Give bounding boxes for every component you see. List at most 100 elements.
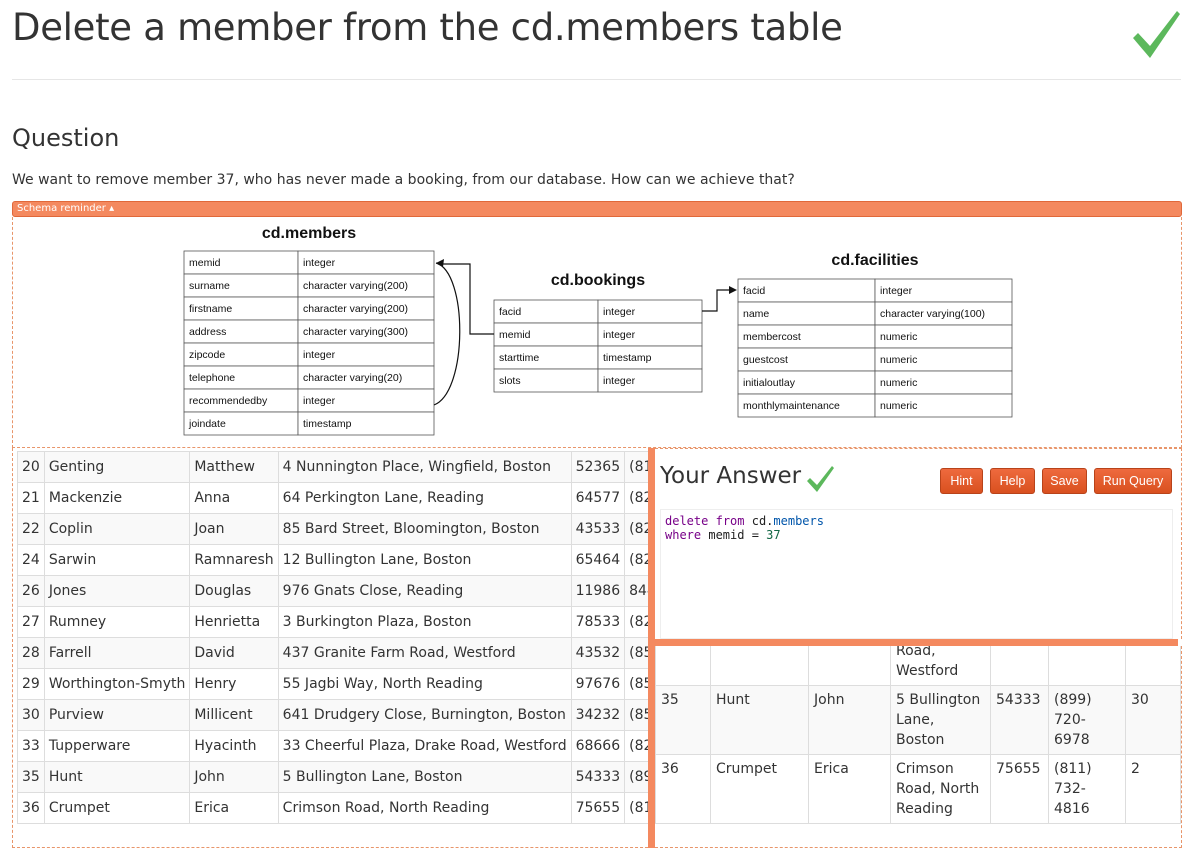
table-cell: 30 — [1125, 685, 1181, 755]
table-cell: 2 — [1125, 754, 1181, 824]
code-token: where — [665, 528, 702, 542]
self-reference-connector — [433, 262, 461, 406]
table-cell: (82 — [624, 606, 648, 638]
table-row: 27 Rumney Henrietta 3 Burkington Plaza, Bos… — [17, 606, 648, 638]
table-cell: Ramnaresh — [189, 544, 279, 576]
schema-column-name: guestcost — [743, 354, 788, 366]
schema-column-type: character varying(200) — [303, 303, 408, 315]
results-table: 20 Genting Matthew 4 Nunnington Place, Wing… — [17, 451, 648, 824]
table-cell: 27 — [17, 606, 45, 638]
schema-column-name: telephone — [189, 372, 235, 384]
table-cell: Purview — [43, 699, 191, 731]
table-cell: Douglas — [189, 575, 279, 607]
code-token: 37 — [766, 528, 781, 542]
schema-column-type: integer — [603, 375, 636, 387]
table-cell: Sarwin — [43, 544, 191, 576]
code-token: from — [715, 514, 745, 528]
table-cell: 43532 — [570, 637, 626, 669]
table-cell: 11986 — [570, 575, 626, 607]
schema-column-name: slots — [499, 375, 521, 387]
code-line: where memid = 37 — [665, 528, 1168, 542]
code-token: members — [773, 514, 824, 528]
table-row: 30 Purview Millicent 641 Drudgery Close, Bu… — [17, 699, 648, 731]
table-row: 35 Hunt John 5 Bullington Lane, Boston 54333… — [655, 685, 1181, 755]
table-cell: Worthington-Smyth — [43, 668, 191, 700]
table-cell: Henry — [189, 668, 279, 700]
schema-table-title: cd.bookings — [551, 272, 645, 289]
table-cell: Crumpet — [710, 754, 809, 824]
schema-column-name: monthlymaintenance — [743, 400, 840, 412]
schema-column-type: timestamp — [303, 418, 352, 430]
help-button[interactable]: Help — [990, 468, 1035, 494]
page-title: Delete a member from the cd.members tabl… — [12, 6, 843, 49]
schema-column-type: character varying(300) — [303, 326, 408, 338]
table-cell — [710, 646, 809, 686]
schema-column-name: joindate — [188, 418, 226, 430]
table-cell: Crimson Road, North Reading — [890, 754, 991, 824]
run-query-button[interactable]: Run Query — [1094, 468, 1172, 494]
table-cell: Erica — [189, 792, 279, 824]
schema-column-name: facid — [743, 285, 765, 297]
results-table: Road, Westford 35 Hunt John 5 Bullington Lan… — [655, 646, 1181, 824]
table-row: 20 Genting Matthew 4 Nunnington Place, Wing… — [17, 451, 648, 483]
table-cell: 21 — [17, 482, 45, 514]
table-cell: Hyacinth — [189, 730, 279, 762]
schema-column-type: numeric — [880, 354, 917, 366]
schema-diagram: cd.members memid integer surname character v… — [183, 225, 1013, 436]
schema-reminder-toggle[interactable]: Schema reminder ▴ — [12, 201, 1182, 217]
schema-column-type: integer — [303, 395, 336, 407]
table-cell: (811) 732-4816 — [1048, 754, 1126, 824]
schema-column-name: name — [743, 308, 769, 320]
sql-editor[interactable]: delete from cd.members where memid = 37 — [660, 509, 1173, 639]
table-cell: 976 Gnats Close, Reading — [277, 575, 572, 607]
table-cell: 4 Nunnington Place, Wingfield, Boston — [277, 451, 572, 483]
table-cell: Joan — [189, 513, 279, 545]
save-button[interactable]: Save — [1042, 468, 1087, 494]
table-cell: 3 Burkington Plaza, Boston — [277, 606, 572, 638]
table-cell: 64577 — [570, 482, 626, 514]
results-table-right[interactable]: Road, Westford 35 Hunt John 5 Bullington Lan… — [655, 646, 1182, 848]
table-cell: 64 Perkington Lane, Reading — [277, 482, 572, 514]
table-row: 24 Sarwin Ramnaresh 12 Bullington Lane, Bos… — [17, 544, 648, 576]
schema-column-type: integer — [303, 257, 336, 269]
schema-table-title: cd.members — [262, 225, 356, 242]
table-cell: Hunt — [710, 685, 809, 755]
table-cell: John — [808, 685, 891, 755]
table-row: 28 Farrell David 437 Granite Farm Road, Wes… — [17, 637, 648, 669]
table-cell: 36 — [655, 754, 711, 824]
table-cell: 65464 — [570, 544, 626, 576]
table-cell: Anna — [189, 482, 279, 514]
table-cell: (89 — [624, 761, 648, 793]
question-text: We want to remove member 37, who has nev… — [12, 172, 795, 188]
table-cell: Crumpet — [43, 792, 191, 824]
table-cell: Tupperware — [43, 730, 191, 762]
table-row: 35 Hunt John 5 Bullington Lane, Boston 54333… — [17, 761, 648, 793]
table-row: 29 Worthington-Smyth Henry 55 Jagbi Way, No… — [17, 668, 648, 700]
table-cell: Coplin — [43, 513, 191, 545]
schema-column-name: address — [189, 326, 226, 338]
table-cell: 33 Cheerful Plaza, Drake Road, Westford — [277, 730, 572, 762]
table-row: 26 Jones Douglas 976 Gnats Close, Reading 11… — [17, 575, 648, 607]
bookings-facilities-connector — [702, 289, 730, 312]
horizontal-splitter[interactable] — [655, 639, 1178, 646]
hint-button[interactable]: Hint — [940, 468, 983, 494]
table-cell: 22 — [17, 513, 45, 545]
vertical-splitter[interactable] — [648, 448, 655, 848]
table-cell: 24 — [17, 544, 45, 576]
table-cell: 12 Bullington Lane, Boston — [277, 544, 572, 576]
table-cell: (81 — [624, 451, 648, 483]
table-cell: (85 — [624, 699, 648, 731]
table-cell: 68666 — [570, 730, 626, 762]
results-table-left[interactable]: 20 Genting Matthew 4 Nunnington Place, Wing… — [12, 448, 648, 848]
schema-column-name: membercost — [743, 331, 801, 343]
schema-column-type: integer — [880, 285, 913, 297]
schema-column-type: character varying(20) — [303, 372, 402, 384]
table-cell: 29 — [17, 668, 45, 700]
schema-column-type: numeric — [880, 377, 917, 389]
schema-column-name: starttime — [499, 352, 539, 364]
schema-column-type: character varying(100) — [880, 308, 985, 320]
schema-column-name: facid — [499, 306, 521, 318]
table-cell: 5 Bullington Lane, Boston — [890, 685, 991, 755]
schema-column-name: memid — [189, 257, 221, 269]
question-heading: Question — [12, 124, 120, 152]
